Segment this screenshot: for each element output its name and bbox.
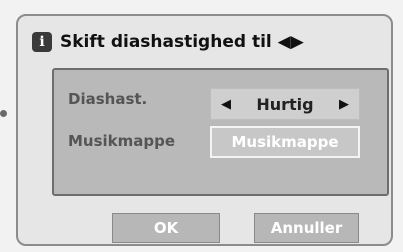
settings-panel: Diashast. ◀ Hurtig ▶ Musikmappe Musikmap…	[52, 68, 389, 196]
info-icon: i	[32, 32, 52, 52]
dialog-title-row: i Skift diashastighed til ◀▶	[32, 32, 304, 52]
slideshow-speed-dialog: i Skift diashastighed til ◀▶ Diashast. ◀…	[16, 14, 393, 246]
background-dot	[0, 110, 7, 117]
ok-button[interactable]: OK	[112, 213, 220, 243]
music-folder-label: Musikmappe	[68, 132, 176, 150]
music-folder-button[interactable]: Musikmappe	[210, 126, 360, 158]
cancel-button[interactable]: Annuller	[254, 213, 359, 243]
right-arrow-icon[interactable]: ▶	[339, 97, 349, 112]
dialog-title: Skift diashastighed til ◀▶	[60, 32, 304, 52]
speed-selector[interactable]: ◀ Hurtig ▶	[210, 88, 360, 120]
speed-value: Hurtig	[256, 94, 314, 114]
speed-label: Diashast.	[68, 90, 148, 108]
left-arrow-icon[interactable]: ◀	[221, 97, 231, 112]
